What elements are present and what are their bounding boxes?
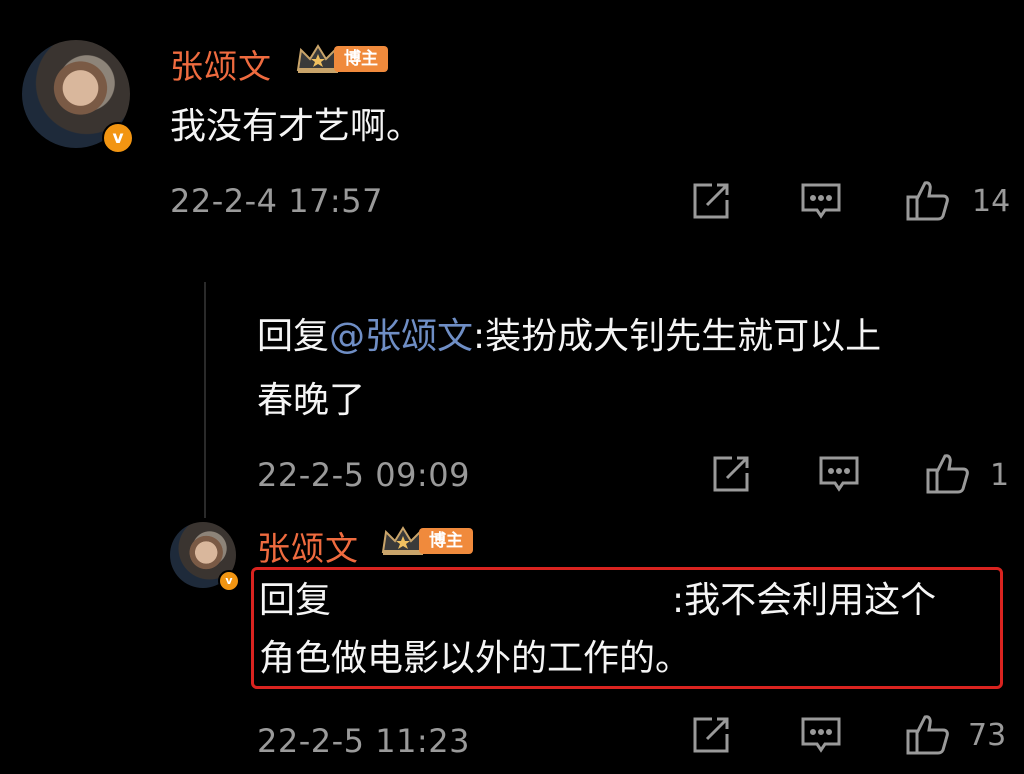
comment-button[interactable] (800, 714, 842, 756)
comment-time: 22-2-4 17:57 (170, 182, 383, 220)
like-button[interactable] (905, 177, 951, 223)
reply-text-line1: :我不会利用这个 (672, 580, 937, 621)
share-button[interactable] (690, 714, 732, 756)
like-count: 14 (972, 184, 1011, 219)
reply-text-line2: 角色做电影以外的工作的。 (259, 638, 692, 679)
like-count: 1 (990, 458, 1010, 493)
comment-text: 我没有才艺啊。 (170, 106, 423, 147)
author-name[interactable]: 张颂文 (257, 522, 359, 570)
comment-button[interactable] (800, 180, 842, 222)
reply-text-line2: 春晚了 (257, 380, 366, 421)
reply-time: 22-2-5 09:09 (257, 456, 470, 494)
thread-line (204, 282, 206, 518)
share-icon (693, 717, 729, 753)
like-icon (906, 715, 949, 755)
mention-link[interactable]: @张颂文 (329, 316, 473, 357)
share-button[interactable] (690, 180, 732, 222)
like-icon (926, 454, 969, 494)
avatar[interactable]: v (170, 522, 240, 592)
blogger-badge: 博主 (334, 46, 388, 72)
reply-text-line1: :装扮成大钊先生就可以上 (473, 316, 882, 357)
like-count: 73 (968, 718, 1007, 753)
comment-icon (819, 456, 859, 492)
reply-prefix: 回复 (257, 316, 330, 357)
reply-text: 回复@张颂文:装扮成大钊先生就可以上 (257, 310, 881, 364)
author-name[interactable]: 张颂文 (170, 40, 272, 88)
avatar-face (42, 52, 112, 132)
comment-icon (801, 717, 841, 753)
share-icon (693, 183, 729, 219)
reply-time: 22-2-5 11:23 (257, 722, 470, 760)
share-icon (713, 456, 749, 492)
like-button[interactable] (905, 711, 951, 757)
like-button[interactable] (925, 450, 971, 496)
reply-text-prefix: 回复 (259, 580, 332, 621)
comment-icon (801, 183, 841, 219)
avatar-face (182, 530, 226, 580)
verified-v-icon: v (218, 570, 240, 592)
share-button[interactable] (710, 453, 752, 495)
blogger-badge: 博主 (419, 528, 473, 554)
comment-button[interactable] (818, 453, 860, 495)
like-icon (906, 181, 949, 221)
avatar[interactable]: v (22, 40, 134, 154)
verified-v-icon: v (102, 122, 134, 154)
